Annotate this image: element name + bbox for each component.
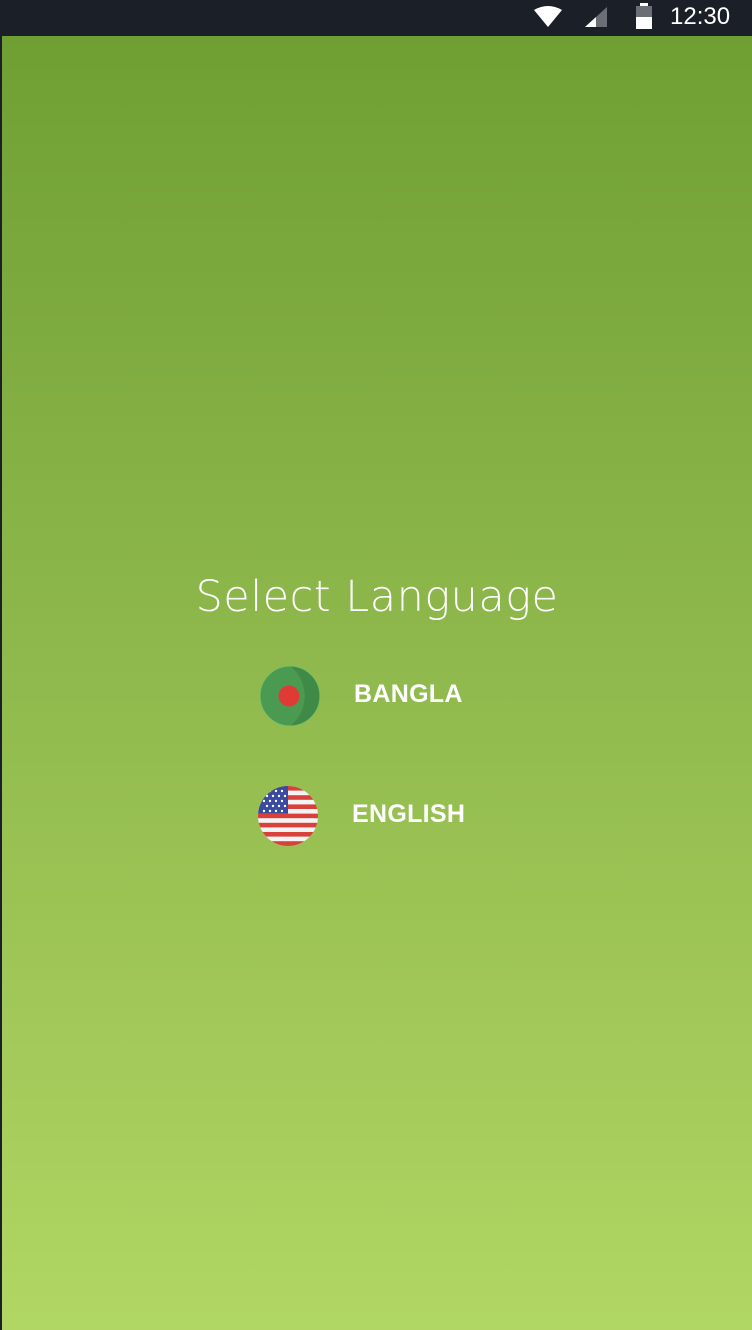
battery-icon (636, 3, 652, 29)
language-option-bangla[interactable]: BANGLA (258, 664, 478, 728)
usa-flag-icon (258, 786, 318, 846)
language-option-english[interactable]: ENGLISH (256, 784, 480, 848)
bangladesh-flag-icon (260, 666, 320, 726)
language-select-screen: Select Language BANGLA ENGLISH (2, 36, 752, 1330)
language-label-bangla: BANGLA (354, 680, 463, 708)
status-time: 12:30 (670, 3, 731, 30)
wifi-icon (534, 6, 562, 27)
cellular-signal-icon (585, 7, 607, 27)
page-title: Select Language (195, 572, 559, 622)
status-bar: 12:30 (0, 0, 752, 36)
language-label-english: ENGLISH (352, 800, 466, 828)
